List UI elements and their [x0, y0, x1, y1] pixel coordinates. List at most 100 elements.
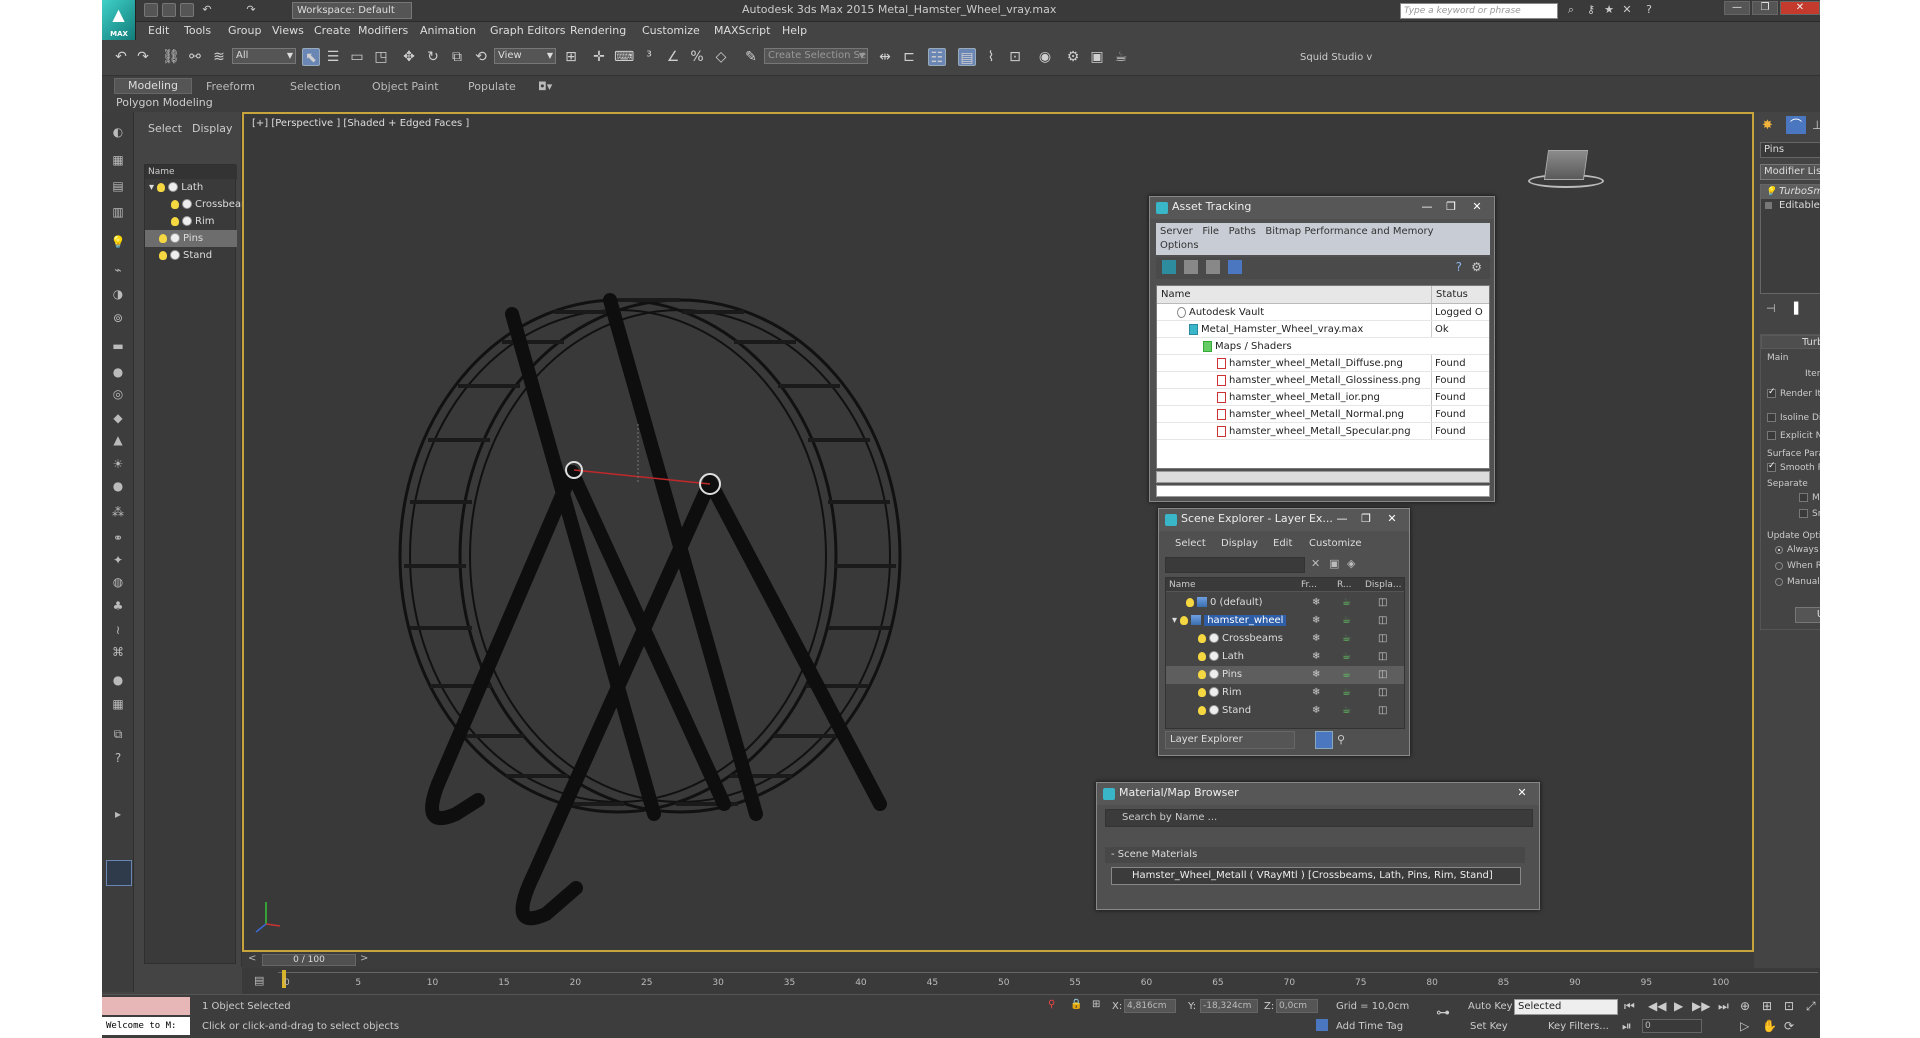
mini-curve-editor-icon[interactable]: ▤: [254, 974, 264, 987]
rollout-header[interactable]: TurboSmooth: [1761, 335, 1820, 349]
prev-frame-icon[interactable]: <: [248, 953, 256, 964]
add-time-tag[interactable]: Add Time Tag: [1336, 1021, 1403, 1032]
play-icon[interactable]: ▶: [1674, 999, 1683, 1013]
absolute-mode-icon[interactable]: ⊞: [1092, 999, 1100, 1010]
dynamics-icon[interactable]: ⚭: [110, 530, 126, 546]
display-icon[interactable]: ◫: [1378, 630, 1387, 648]
asset-row-glossiness[interactable]: hamster_wheel_Metall_Glossiness.png Found: [1157, 372, 1489, 389]
clear-search-icon[interactable]: ✕: [1311, 557, 1320, 570]
close-button[interactable]: ✕: [1381, 511, 1403, 527]
display-tool-icon[interactable]: ▦: [110, 152, 126, 168]
close-button[interactable]: ✕: [1511, 785, 1533, 801]
menu-select[interactable]: Select: [1175, 538, 1206, 549]
current-frame-field[interactable]: 0: [1642, 1019, 1702, 1033]
freeze-icon[interactable]: ❄: [1312, 630, 1320, 648]
named-selection-dropdown[interactable]: Create Selection Se: [764, 48, 868, 64]
isolate-icon[interactable]: ⚲: [1048, 999, 1055, 1010]
scene-row-stand[interactable]: Stand: [145, 247, 237, 264]
minimize-button[interactable]: —: [1331, 511, 1353, 527]
tab-select[interactable]: Select: [148, 122, 182, 135]
grid-tool-icon[interactable]: ▤: [110, 178, 126, 194]
render-iters-checkbox[interactable]: [1767, 387, 1776, 398]
pivot-center-icon[interactable]: ⊞: [562, 48, 580, 66]
rendered-frame-icon[interactable]: ▣: [1088, 48, 1106, 66]
expand-arrow-icon[interactable]: ▾: [149, 182, 154, 193]
menu-customize[interactable]: Customize: [642, 24, 700, 37]
rotate-icon[interactable]: ↻: [424, 48, 442, 66]
display-column-header[interactable]: Displa...: [1362, 578, 1404, 592]
layer-row-rim[interactable]: Rim ❄ ☕ ◫: [1166, 684, 1404, 702]
place-icon[interactable]: ⟲: [472, 48, 490, 66]
scene-materials-group[interactable]: - Scene Materials: [1105, 847, 1525, 863]
globe-icon[interactable]: ◍: [110, 574, 126, 590]
auto-key-button[interactable]: Auto Key: [1468, 1001, 1513, 1012]
asset-row-maps[interactable]: Maps / Shaders: [1157, 338, 1489, 355]
display-icon[interactable]: ◫: [1378, 684, 1387, 702]
smooth-result-row[interactable]: Smooth Result: [1767, 461, 1820, 473]
bone-icon[interactable]: ✦: [110, 552, 126, 568]
bind-spacewarp-icon[interactable]: ≋: [210, 48, 228, 66]
smoothing-groups-checkbox[interactable]: [1799, 509, 1808, 518]
object-name-field[interactable]: Pins: [1760, 142, 1820, 158]
menu-group[interactable]: Group: [228, 24, 262, 37]
key-mode-icon[interactable]: ⊶: [1436, 1005, 1450, 1021]
layer-row-stand[interactable]: Stand ❄ ☕ ◫: [1166, 702, 1404, 720]
render-teapot-icon[interactable]: ☕: [1342, 684, 1351, 702]
layer-manager-icon[interactable]: ☷: [928, 48, 946, 66]
freeze-column-header[interactable]: Fr...: [1298, 578, 1334, 592]
expand-box-icon[interactable]: [1765, 202, 1772, 209]
unlink-icon[interactable]: ⚯: [186, 48, 204, 66]
lightbulb-icon[interactable]: [1198, 633, 1206, 643]
render-teapot-icon[interactable]: ☕: [1342, 630, 1351, 648]
sphere-white-icon[interactable]: ●: [110, 672, 126, 688]
helper-icon[interactable]: ◑: [110, 286, 126, 302]
plant-icon[interactable]: ♣: [110, 598, 126, 614]
materials-checkbox[interactable]: [1799, 493, 1808, 502]
explorer-mode-dropdown[interactable]: Layer Explorer: [1165, 731, 1295, 749]
viewport-layout-icon[interactable]: [106, 860, 132, 886]
asset-row-max-file[interactable]: Metal_Hamster_Wheel_vray.max Ok: [1157, 321, 1489, 338]
lightbulb-icon[interactable]: 💡: [1765, 185, 1776, 199]
menu-maxscript[interactable]: MAXScript: [714, 24, 770, 37]
cone-icon[interactable]: ▲: [110, 432, 126, 448]
menu-create[interactable]: Create: [314, 24, 351, 37]
render-column-header[interactable]: R...: [1334, 578, 1362, 592]
ribbon-options-icon[interactable]: ◘▾: [538, 80, 552, 93]
menu-edit[interactable]: Edit: [148, 24, 169, 37]
list-view-icon[interactable]: [1184, 260, 1198, 274]
layer-search-input[interactable]: [1165, 557, 1305, 573]
snap-toggle-icon[interactable]: ³: [640, 48, 658, 66]
go-to-end-icon[interactable]: ⏭: [1718, 999, 1729, 1014]
time-tag-icon[interactable]: [1316, 1019, 1328, 1031]
menu-rendering[interactable]: Rendering: [570, 24, 626, 37]
help-icon[interactable]: ?: [1642, 3, 1656, 17]
layer-row-lath[interactable]: Lath ❄ ☕ ◫: [1166, 648, 1404, 666]
modify-tab-icon[interactable]: ⌒: [1786, 116, 1806, 134]
maximize-button[interactable]: ❐: [1440, 199, 1462, 215]
display-icon[interactable]: ◫: [1378, 594, 1387, 612]
explicit-normals-row[interactable]: Explicit Normals: [1767, 431, 1820, 441]
update-rendering-radio[interactable]: [1775, 561, 1783, 570]
curve-editor-icon[interactable]: ⌇: [982, 48, 1000, 66]
lightbulb-icon[interactable]: [157, 182, 166, 192]
move-icon[interactable]: ✥: [400, 48, 418, 66]
menu-file[interactable]: File: [1202, 226, 1219, 237]
modifier-list-dropdown[interactable]: Modifier List: [1760, 164, 1820, 180]
layer-mode-icon[interactable]: [1315, 731, 1333, 749]
app-logo[interactable]: ▲ MAX: [102, 0, 136, 40]
freeze-icon[interactable]: ❄: [1312, 702, 1320, 720]
freeze-icon[interactable]: ❄: [1312, 594, 1320, 612]
asset-row-diffuse[interactable]: hamster_wheel_Metall_Diffuse.png Found: [1157, 355, 1489, 372]
scene-row-lath[interactable]: ▾ Lath: [145, 179, 237, 196]
layers-icon[interactable]: ⧉: [110, 726, 126, 742]
maximize-button[interactable]: ❐: [1355, 511, 1377, 527]
angle-snap-icon[interactable]: ∠: [664, 48, 682, 66]
render-teapot-icon[interactable]: ☕: [1342, 612, 1351, 630]
hair-icon[interactable]: ≀: [110, 622, 126, 638]
key-mode-toggle-icon[interactable]: ⏯: [1622, 1019, 1632, 1034]
sky-icon[interactable]: ●: [110, 478, 126, 494]
light-tool-icon[interactable]: 💡: [110, 234, 126, 250]
table-view-icon[interactable]: [1228, 260, 1242, 274]
settings-icon[interactable]: ⚙: [1471, 260, 1482, 274]
hierarchy-mode-icon[interactable]: ⚲: [1337, 733, 1345, 746]
